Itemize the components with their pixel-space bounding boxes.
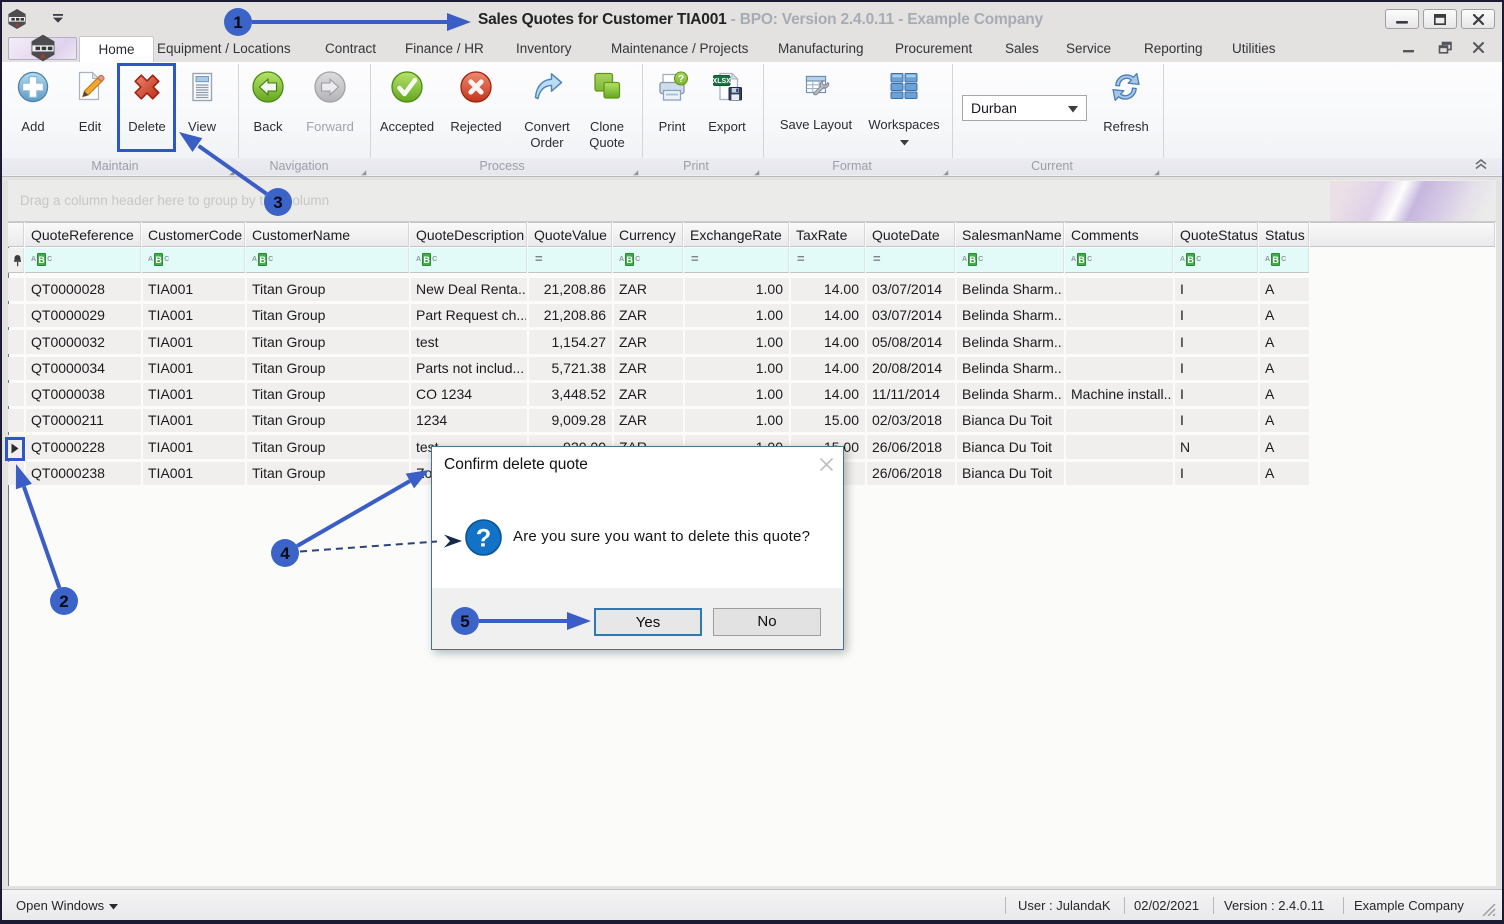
svg-text:3: 3 [273, 193, 282, 212]
svg-text:5: 5 [460, 612, 469, 631]
svg-text:2: 2 [59, 592, 68, 611]
svg-text:1: 1 [233, 13, 242, 32]
svg-text:4: 4 [280, 544, 290, 563]
